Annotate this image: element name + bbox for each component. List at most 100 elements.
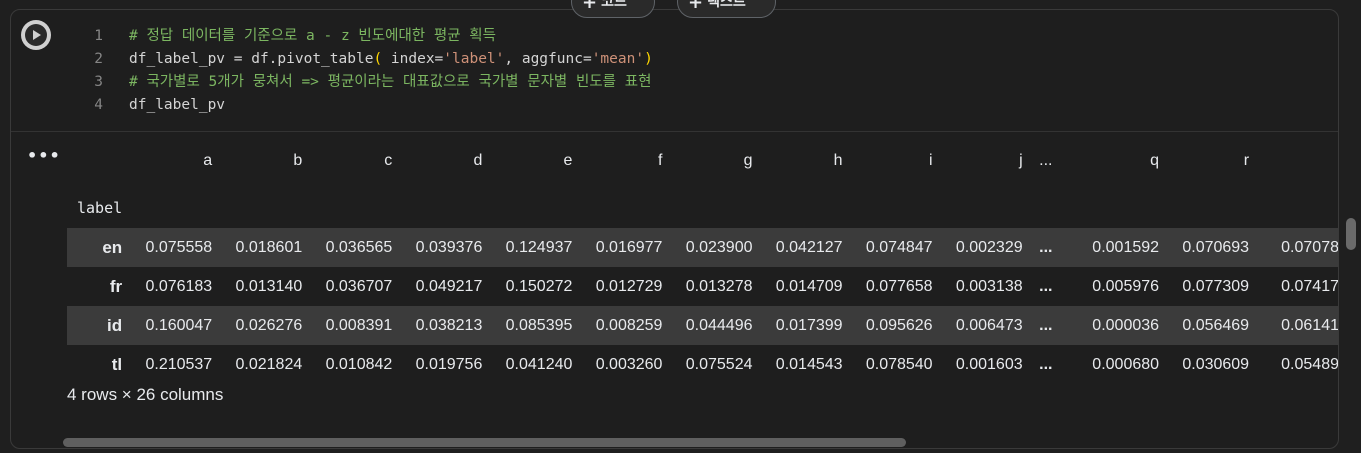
table-cell: 0.044496	[685, 316, 753, 334]
column-header: r	[1243, 151, 1250, 169]
plus-icon: +	[582, 0, 598, 13]
table-cell: 0.038213	[415, 316, 483, 334]
code-token: 'mean'	[591, 51, 645, 67]
output-menu-icon[interactable]: •••	[27, 146, 61, 165]
table-cell: 0.210537	[145, 355, 213, 373]
code-token: index=	[382, 51, 444, 67]
table-cell: 0.07078	[1281, 238, 1339, 256]
code-text: # 국가별로 5개가 뭉쳐서 => 평균이라는 대표값으로 국가별 문자별 빈도…	[129, 71, 651, 94]
table-cell: 0.056469	[1182, 316, 1250, 334]
code-cell[interactable]: 1 # 정답 데이터를 기준으로 a - z 빈도에대한 평균 획득 2 df_lab…	[10, 9, 1339, 449]
table-cell: 0.042127	[775, 238, 843, 256]
add-code-button[interactable]: + 코드	[571, 0, 655, 18]
index-name-row: label	[67, 188, 1338, 228]
table-row: fr 0.076183 0.013140 0.036707 0.049217 0.1502…	[67, 267, 1339, 306]
table-cell: 0.010842	[325, 355, 393, 373]
column-header: h	[833, 151, 843, 169]
code-token: # 국가별로 5개가 뭉쳐서 => 평균이라는 대표값으로 국가별 문자별 빈도…	[129, 74, 652, 90]
table-cell: 0.036565	[325, 238, 393, 256]
table-cell: 0.075558	[145, 238, 213, 256]
code-token: 'label'	[443, 51, 505, 67]
table-cell: 0.001603	[955, 355, 1023, 373]
table-cell: 0.000680	[1092, 355, 1160, 373]
table-cell: 0.041240	[505, 355, 573, 373]
code-text: # 정답 데이터를 기준으로 a - z 빈도에대한 평균 획득	[129, 25, 496, 48]
code-token: # 정답 데이터를 기준으로 a - z 빈도에대한 평균 획득	[129, 28, 496, 44]
column-header: e	[563, 151, 573, 169]
table-cell: 0.008259	[595, 316, 663, 334]
table-cell: 0.030609	[1182, 355, 1250, 373]
row-label: tl	[111, 354, 123, 374]
table-cell: 0.006473	[955, 316, 1023, 334]
table-cell: 0.003260	[595, 355, 663, 373]
row-label: en	[102, 237, 123, 257]
table-cell: 0.074847	[865, 238, 933, 256]
row-label: id	[107, 315, 123, 335]
table-cell: 0.001592	[1092, 238, 1160, 256]
table-cell: 0.019756	[415, 355, 483, 373]
column-header: q	[1150, 151, 1160, 169]
code-token: (	[373, 51, 383, 67]
table-cell: 0.014543	[775, 355, 843, 373]
run-cell-button[interactable]	[21, 20, 51, 50]
horizontal-scrollbar[interactable]	[61, 437, 1331, 447]
table-cell: 0.036707	[325, 277, 393, 295]
table-cell: 0.013278	[685, 277, 753, 295]
table-cell: 0.026276	[235, 316, 303, 334]
column-header: f	[657, 151, 663, 169]
play-icon	[25, 24, 47, 46]
table-cell: 0.078540	[865, 355, 933, 373]
column-header: c	[384, 151, 393, 169]
table-cell: 0.002329	[955, 238, 1023, 256]
add-text-label: 텍스트	[707, 0, 746, 10]
dataframe-table: a b c d e f g h i j... q r label en 0.075558 0.018601…	[67, 131, 1339, 384]
table-cell: 0.076183	[145, 277, 213, 295]
line-number: 4	[94, 97, 103, 113]
table-cell: 0.077658	[865, 277, 933, 295]
table-row: tl 0.210537 0.021824 0.010842 0.019756 0.0412…	[67, 345, 1338, 384]
table-cell: 0.023900	[685, 238, 753, 256]
column-header: ...	[1039, 151, 1053, 169]
notebook-page: + 코드 + 텍스트 1 # 정답 데이터를 기준으로 a - z 빈도에대한 평…	[0, 0, 1361, 453]
table-cell: 0.150272	[505, 277, 573, 295]
code-text: df_label_pv = df.pivot_table( index='lab…	[129, 48, 653, 71]
output-dataframe: a b c d e f g h i j... q r label en 0.075558 0.018601…	[67, 131, 1339, 421]
table-cell: 0.07417	[1281, 277, 1339, 295]
table-cell: 0.085395	[505, 316, 573, 334]
table-cell: 0.014709	[775, 277, 843, 295]
code-token: df_label_pv = df.pivot_table	[129, 51, 374, 67]
table-cell: 0.016977	[595, 238, 663, 256]
table-cell: 0.013140	[235, 277, 303, 295]
table-cell: 0.039376	[415, 238, 483, 256]
code-token: , aggfunc=	[504, 51, 592, 67]
code-editor[interactable]: 1 # 정답 데이터를 기준으로 a - z 빈도에대한 평균 획득 2 df_lab…	[11, 10, 1338, 132]
table-cell: ...	[1039, 238, 1053, 256]
table-cell: 0.021824	[235, 355, 303, 373]
line-number: 1	[94, 28, 103, 44]
table-cell: ...	[1039, 316, 1053, 334]
table-cell: ...	[1039, 355, 1053, 373]
column-header: b	[293, 151, 303, 169]
table-row: id 0.160047 0.026276 0.008391 0.038213 0.0853…	[67, 306, 1338, 345]
column-header: g	[743, 151, 753, 169]
table-cell: 0.124937	[505, 238, 573, 256]
header-corner	[67, 131, 122, 188]
table-cell: 0.018601	[235, 238, 303, 256]
table-cell: 0.003138	[955, 277, 1023, 295]
table-cell: 0.012729	[595, 277, 663, 295]
table-cell: 0.075524	[685, 355, 753, 373]
table-cell: 0.005976	[1092, 277, 1160, 295]
add-code-label: 코드	[601, 0, 627, 10]
table-cell: 0.008391	[325, 316, 393, 334]
code-token: df_label_pv	[129, 97, 226, 113]
table-cell: 0.049217	[415, 277, 483, 295]
table-cell: 0.017399	[775, 316, 843, 334]
table-cell: 0.077309	[1182, 277, 1250, 295]
table-cell: 0.000036	[1092, 316, 1160, 334]
horizontal-scrollbar-thumb[interactable]	[63, 438, 906, 447]
vertical-scrollbar-thumb[interactable]	[1346, 218, 1356, 250]
add-text-button[interactable]: + 텍스트	[677, 0, 776, 18]
table-cell: 0.160047	[145, 316, 213, 334]
index-name: label	[77, 199, 123, 217]
code-text: df_label_pv	[129, 94, 225, 117]
